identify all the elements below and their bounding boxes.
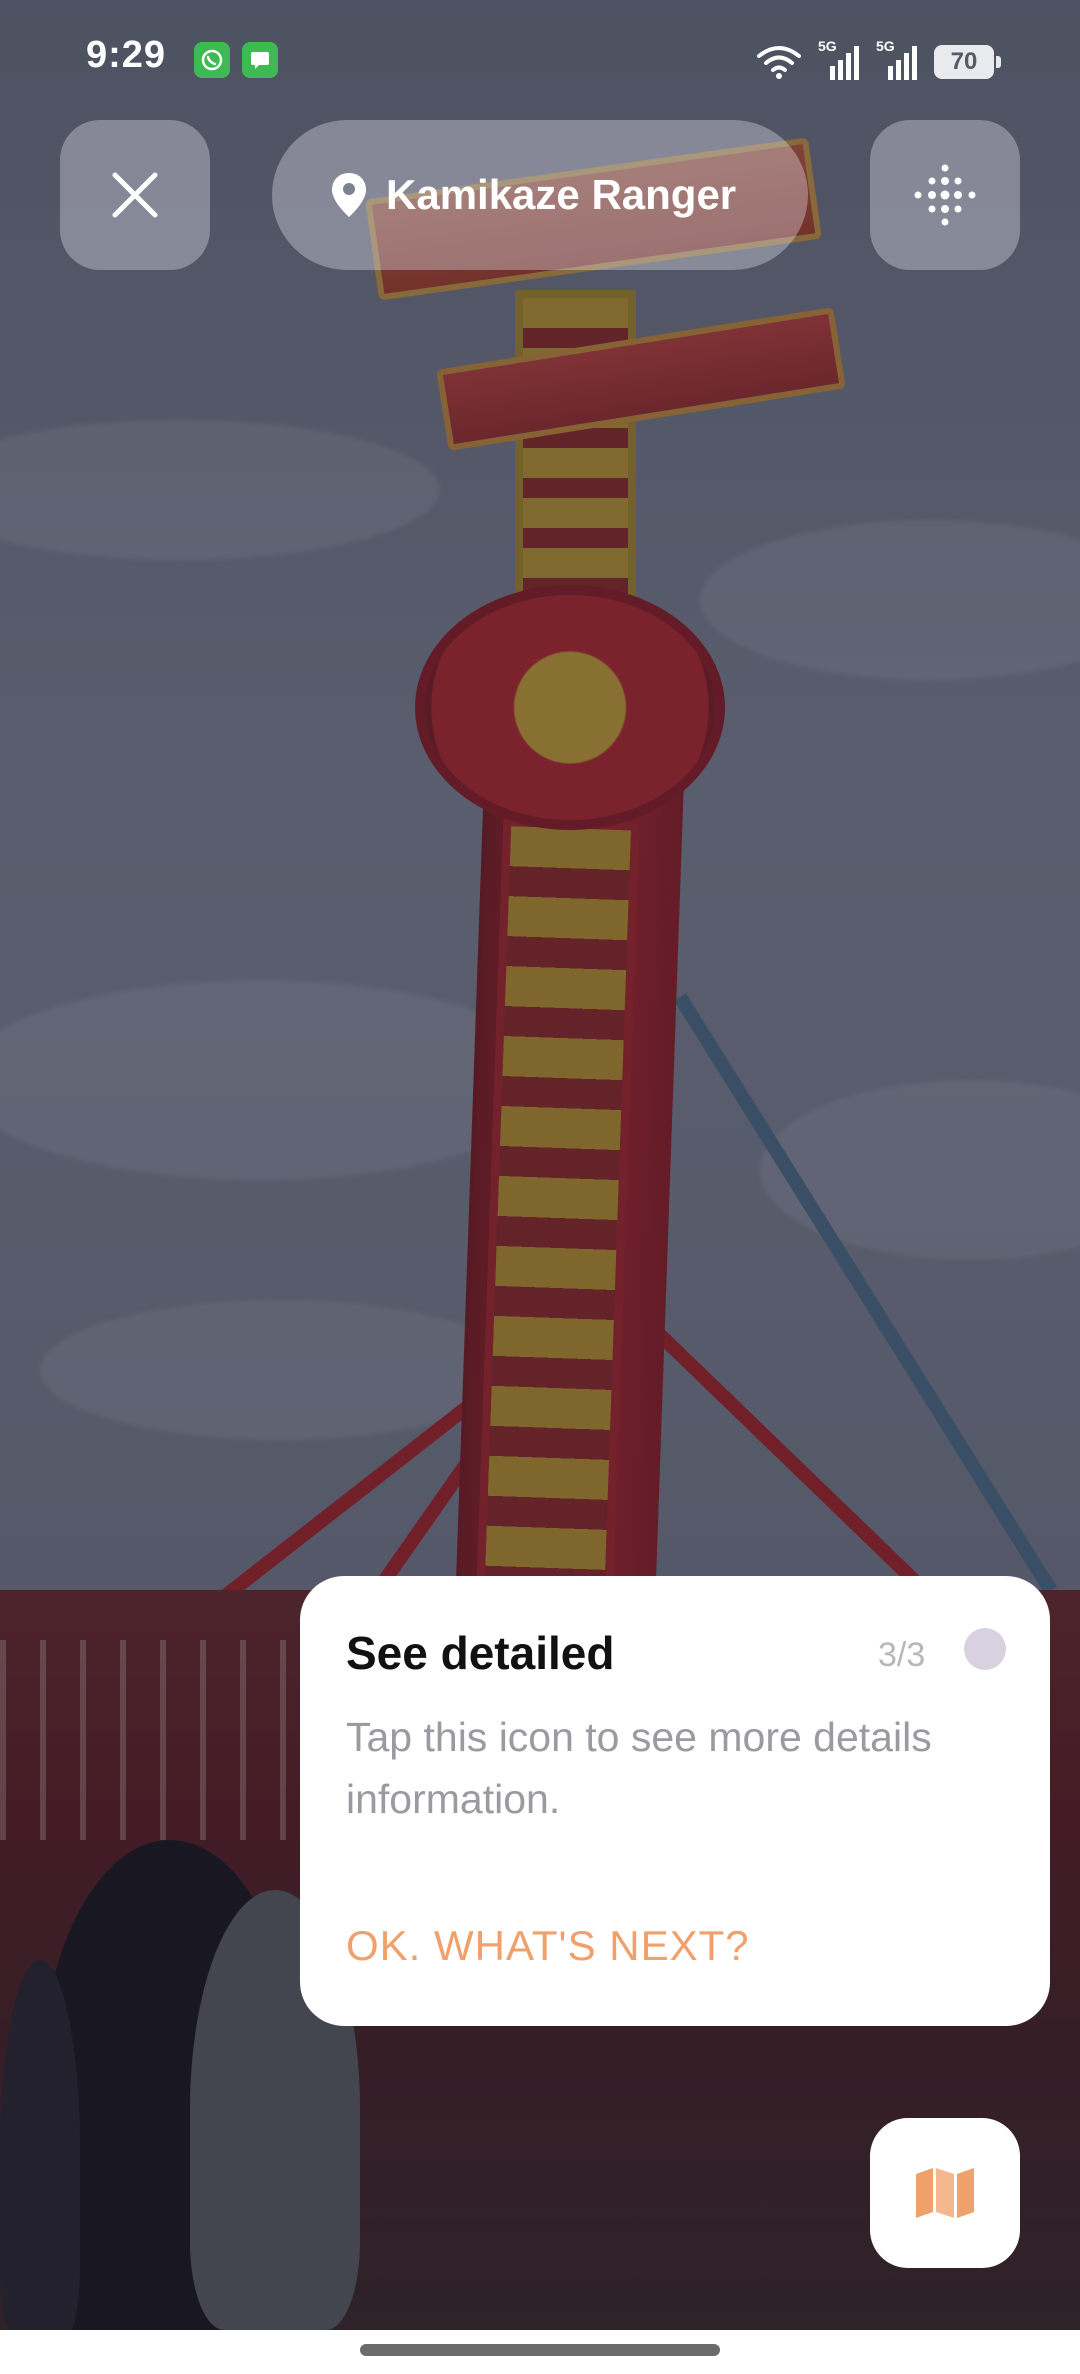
network-type-label: 5G bbox=[876, 38, 895, 54]
onboarding-tooltip: See detailed 3/3 Tap this icon to see mo… bbox=[300, 1576, 1050, 2026]
map-button[interactable] bbox=[870, 2118, 1020, 2268]
home-indicator[interactable] bbox=[360, 2344, 720, 2356]
cellular-signal-2: 5G bbox=[876, 38, 918, 82]
navigation-bar bbox=[0, 2330, 1080, 2374]
location-pill[interactable]: Kamikaze Ranger bbox=[272, 120, 808, 270]
battery-indicator: 70 bbox=[934, 45, 1001, 79]
map-icon bbox=[916, 2168, 974, 2218]
close-icon bbox=[112, 172, 158, 218]
status-bar: 9:29 5G 5G 70 bbox=[0, 0, 1080, 120]
wifi-icon bbox=[757, 46, 801, 79]
close-button[interactable] bbox=[60, 120, 210, 270]
messages-icon bbox=[242, 42, 278, 78]
status-time: 9:29 bbox=[86, 34, 167, 76]
network-type-label: 5G bbox=[818, 38, 837, 54]
battery-level: 70 bbox=[950, 48, 978, 75]
dots-grid-icon bbox=[914, 164, 976, 226]
step-indicator-dot bbox=[964, 1628, 1006, 1670]
cellular-signal-1: 5G bbox=[818, 38, 860, 82]
tooltip-title: See detailed bbox=[346, 1627, 615, 1679]
whatsapp-icon bbox=[194, 42, 230, 78]
tooltip-description: Tap this icon to see more details inform… bbox=[346, 1714, 932, 1822]
more-options-button[interactable] bbox=[870, 120, 1020, 270]
location-pin-icon bbox=[332, 173, 366, 217]
location-name: Kamikaze Ranger bbox=[386, 171, 737, 218]
status-right: 5G 5G 70 bbox=[756, 38, 1001, 84]
tooltip-next-button[interactable]: OK. WHAT'S NEXT? bbox=[346, 1922, 750, 1970]
tooltip-step-counter: 3/3 bbox=[878, 1636, 926, 1674]
